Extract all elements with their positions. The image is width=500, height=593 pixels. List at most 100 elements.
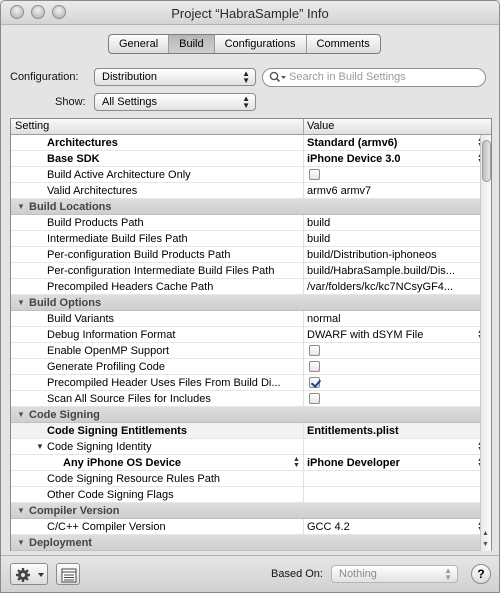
action-menu-button[interactable]: [10, 563, 48, 585]
column-divider: [303, 471, 304, 487]
disclosure-triangle-icon[interactable]: ▼: [17, 410, 25, 419]
setting-row[interactable]: Other Code Signing Flags: [11, 487, 481, 503]
configuration-label: Configuration:: [10, 71, 79, 83]
column-divider: [303, 247, 304, 263]
setting-value[interactable]: GCC 4.2: [307, 521, 477, 533]
setting-name: Code Signing Identity: [47, 441, 152, 453]
based-on-label: Based On:: [271, 568, 323, 580]
setting-value[interactable]: build/HabraSample.build/Dis...: [307, 265, 477, 277]
setting-row[interactable]: C/C++ Compiler VersionGCC 4.2▲▼: [11, 519, 481, 535]
table-header: Setting Value: [11, 119, 491, 135]
setting-value[interactable]: Entitlements.plist: [307, 425, 477, 437]
setting-row[interactable]: Any iPhone OS DeviceiPhone Developer▲▼▲▼: [11, 455, 481, 471]
scroll-up-arrow-icon[interactable]: ▲: [482, 530, 489, 537]
column-divider: [303, 263, 304, 279]
tab-configurations[interactable]: Configurations: [215, 35, 307, 53]
build-settings-list-button[interactable]: [56, 563, 80, 585]
setting-row[interactable]: Per-configuration Build Products Path bui…: [11, 247, 481, 263]
disclosure-triangle-icon[interactable]: ▼: [17, 298, 25, 307]
setting-name: Enable OpenMP Support: [47, 345, 170, 357]
setting-name: Build Variants: [47, 313, 115, 325]
setting-name: Per-configuration Build Products Path: [47, 249, 231, 261]
setting-row[interactable]: Debug Information Format DWARF with dSYM …: [11, 327, 481, 343]
group-label: Build Options: [29, 297, 102, 309]
settings-group-row[interactable]: ▼ Deployment: [11, 535, 481, 551]
setting-value[interactable]: Standard (armv6): [307, 137, 477, 149]
setting-value[interactable]: iPhone Developer: [307, 457, 477, 469]
setting-checkbox[interactable]: [309, 393, 320, 404]
setting-checkbox[interactable]: [309, 169, 320, 180]
group-label: Build Locations: [29, 201, 112, 213]
configuration-popup[interactable]: Distribution ▲ ▼: [94, 68, 256, 86]
tab-comments[interactable]: Comments: [307, 35, 380, 53]
setting-row[interactable]: Base SDKiPhone Device 3.0▲▼: [11, 151, 481, 167]
setting-value[interactable]: iPhone Device 3.0: [307, 153, 477, 165]
setting-checkbox[interactable]: [309, 361, 320, 372]
setting-row[interactable]: Enable OpenMP Support: [11, 343, 481, 359]
setting-row[interactable]: ArchitecturesStandard (armv6)▲▼: [11, 135, 481, 151]
setting-row[interactable]: Per-configuration Intermediate Build Fil…: [11, 263, 481, 279]
setting-name: Generate Profiling Code: [47, 361, 166, 373]
setting-value[interactable]: build: [307, 217, 477, 229]
column-divider: [303, 359, 304, 375]
column-divider: [303, 231, 304, 247]
settings-group-row[interactable]: ▼ Build Options: [11, 295, 481, 311]
disclosure-triangle-icon[interactable]: ▼: [17, 202, 25, 211]
tab-build[interactable]: Build: [169, 35, 215, 53]
help-button[interactable]: ?: [471, 564, 491, 584]
group-label: Code Signing: [29, 409, 100, 421]
setting-row[interactable]: Code Signing Entitlements Entitlements.pl…: [11, 423, 481, 439]
setting-row[interactable]: Valid Architectures armv6 armv7: [11, 183, 481, 199]
setting-row[interactable]: Precompiled Headers Cache Path/var/folde…: [11, 279, 481, 295]
gear-icon: [16, 568, 44, 582]
configuration-value: Distribution: [102, 71, 158, 83]
setting-name: Valid Architectures: [47, 185, 138, 197]
setting-value[interactable]: /var/folders/kc/kc7NCsyGF4...: [307, 281, 477, 293]
setting-row[interactable]: ▼Code Signing Identity▲▼: [11, 439, 481, 455]
setting-name: Build Active Architecture Only: [47, 169, 191, 181]
column-divider: [303, 439, 304, 455]
vertical-scrollbar[interactable]: ▲ ▼: [480, 135, 491, 551]
search-field[interactable]: Search in Build Settings: [262, 68, 486, 87]
disclosure-triangle-icon[interactable]: ▼: [36, 442, 44, 451]
show-popup[interactable]: All Settings ▲ ▼: [94, 93, 256, 111]
setting-row[interactable]: Build Products Path build: [11, 215, 481, 231]
setting-name: Intermediate Build Files Path: [47, 233, 188, 245]
scrollbar-thumb[interactable]: [482, 140, 491, 182]
setting-value[interactable]: build/Distribution-iphoneos: [307, 249, 477, 261]
setting-name: Other Code Signing Flags: [47, 489, 174, 501]
setting-row[interactable]: Generate Profiling Code: [11, 359, 481, 375]
based-on-popup[interactable]: Nothing ▲ ▼: [331, 565, 458, 583]
column-divider: [303, 135, 304, 151]
setting-row[interactable]: Scan All Source Files for Includes: [11, 391, 481, 407]
setting-row[interactable]: Code Signing Resource Rules Path: [11, 471, 481, 487]
setting-value[interactable]: build: [307, 233, 477, 245]
search-placeholder: Search in Build Settings: [289, 71, 406, 83]
search-icon[interactable]: [269, 71, 287, 84]
title-bar: Project “HabraSample” Info: [1, 1, 499, 25]
scroll-down-arrow-icon[interactable]: ▼: [482, 541, 489, 548]
column-header-value[interactable]: Value: [307, 120, 334, 132]
popup-arrows-icon[interactable]: ▲▼: [293, 456, 300, 469]
setting-name: Precompiled Header Uses Files From Build…: [47, 377, 281, 389]
setting-row[interactable]: Build Variants normal: [11, 311, 481, 327]
tab-general[interactable]: General: [109, 35, 170, 53]
disclosure-triangle-icon[interactable]: ▼: [17, 506, 25, 515]
popup-arrows-icon: ▲ ▼: [242, 69, 250, 85]
column-header-setting[interactable]: Setting: [15, 120, 49, 132]
disclosure-triangle-icon[interactable]: ▼: [17, 538, 25, 547]
setting-row[interactable]: Intermediate Build Files Path build: [11, 231, 481, 247]
setting-row[interactable]: Build Active Architecture Only: [11, 167, 481, 183]
settings-group-row[interactable]: ▼ Code Signing: [11, 407, 481, 423]
setting-name: Any iPhone OS Device: [63, 457, 181, 469]
settings-group-row[interactable]: ▼ Compiler Version: [11, 503, 481, 519]
setting-checkbox[interactable]: [309, 377, 320, 388]
setting-checkbox[interactable]: [309, 345, 320, 356]
setting-value[interactable]: normal: [307, 313, 477, 325]
setting-value[interactable]: armv6 armv7: [307, 185, 477, 197]
setting-row[interactable]: Precompiled Header Uses Files From Build…: [11, 375, 481, 391]
column-divider[interactable]: [303, 119, 304, 135]
setting-value[interactable]: DWARF with dSYM File: [307, 329, 477, 341]
column-divider: [303, 215, 304, 231]
settings-group-row[interactable]: ▼ Build Locations: [11, 199, 481, 215]
